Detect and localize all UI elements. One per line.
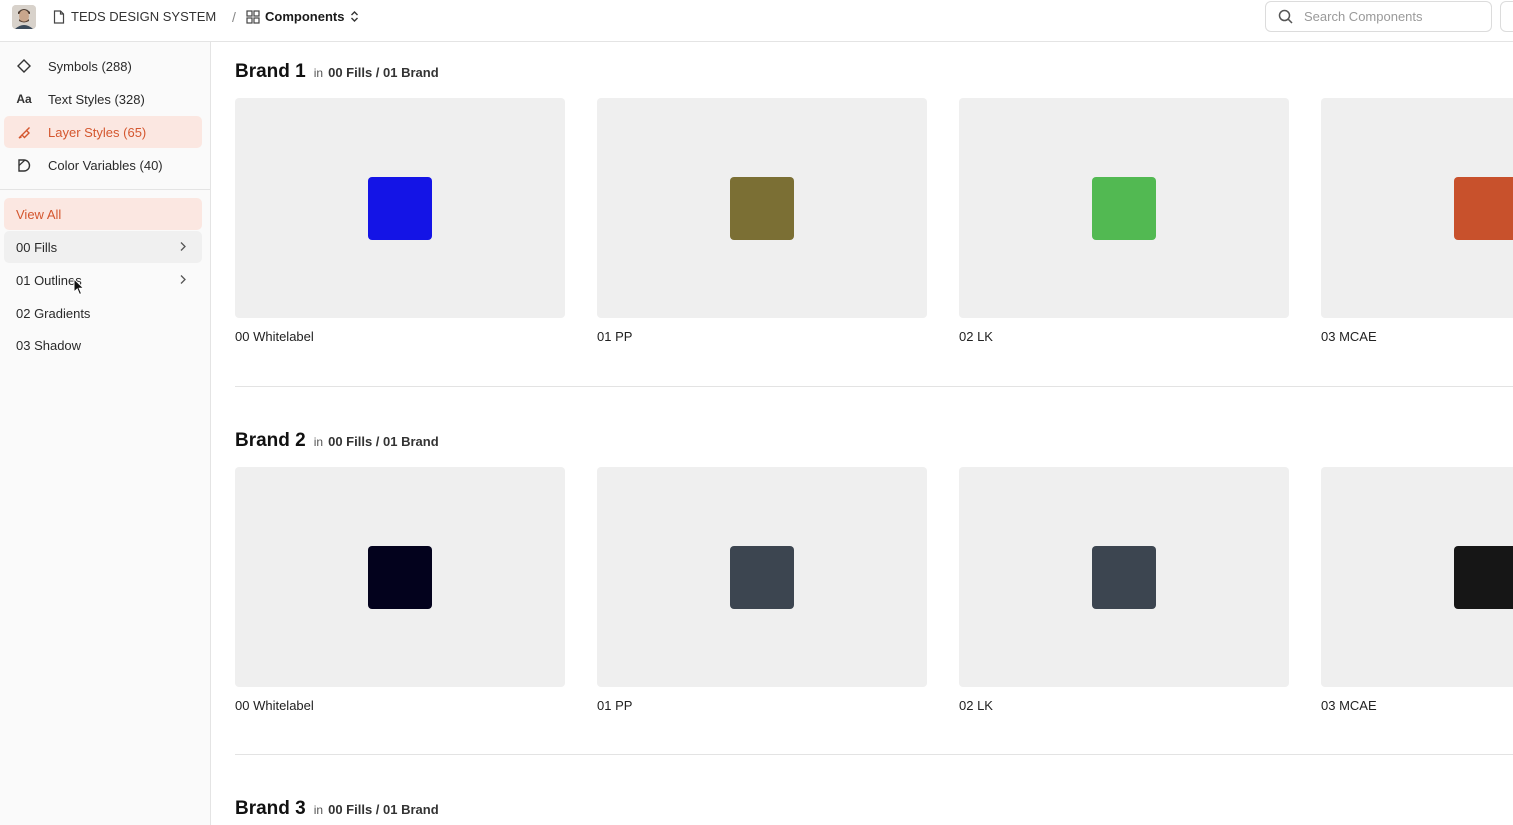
filter-00-fills[interactable]: 00 Fills — [4, 231, 202, 263]
diamond-icon — [14, 59, 34, 73]
sidebar: Symbols (288) Aa Text Styles (328) Layer… — [0, 42, 211, 825]
grid-icon — [246, 9, 260, 24]
filter-label: 01 Outlines — [16, 272, 82, 288]
sidebar-item-label: Text Styles (328) — [48, 91, 145, 107]
text-aa-icon: Aa — [16, 92, 32, 106]
color-swatch — [1092, 546, 1156, 609]
breadcrumb-components[interactable]: Components — [246, 0, 359, 33]
section-in-label: in — [313, 66, 324, 80]
filter-label: 02 Gradients — [16, 305, 91, 321]
filter-03-shadow[interactable]: 03 Shadow — [4, 329, 202, 361]
section-divider — [235, 386, 1513, 387]
style-card[interactable] — [959, 98, 1289, 318]
section-divider — [235, 754, 1513, 755]
filter-01-outlines[interactable]: 01 Outlines — [4, 264, 202, 296]
style-card[interactable] — [235, 98, 565, 318]
style-card-label: 03 MCAE — [1321, 698, 1377, 713]
section-in-label: in — [313, 803, 324, 817]
sidebar-item-label: Layer Styles (65) — [48, 124, 147, 140]
document-name: TEDS DESIGN SYSTEM — [71, 9, 217, 24]
color-drop-icon — [14, 158, 34, 173]
color-swatch — [1092, 177, 1156, 240]
style-card[interactable] — [597, 467, 927, 687]
search-icon — [1278, 9, 1293, 24]
search-input[interactable] — [1304, 9, 1474, 24]
sidebar-item-label: Color Variables (40) — [48, 157, 163, 173]
breadcrumb-separator: / — [232, 8, 236, 25]
toolbar-button[interactable] — [1500, 1, 1513, 32]
mouse-cursor-icon — [73, 278, 85, 296]
style-card-label: 03 MCAE — [1321, 329, 1377, 344]
filter-label: 03 Shadow — [16, 337, 82, 353]
section-header-brand-3: Brand 3 in 00 Fills / 01 Brand — [235, 798, 439, 820]
style-card[interactable] — [235, 467, 565, 687]
color-swatch — [368, 546, 432, 609]
section-name: Components — [265, 9, 345, 24]
file-icon — [53, 9, 65, 24]
sidebar-item-symbols[interactable]: Symbols (288) — [4, 50, 202, 82]
style-card[interactable] — [1321, 467, 1513, 687]
top-bar: TEDS DESIGN SYSTEM / Components — [0, 0, 1513, 42]
breadcrumb-document[interactable]: TEDS DESIGN SYSTEM — [53, 0, 216, 33]
sidebar-item-label: Symbols (288) — [48, 58, 132, 74]
section-path: 00 Fills / 01 Brand — [328, 802, 439, 817]
main-content: Brand 1 in 00 Fills / 01 Brand 00 Whitel… — [211, 42, 1513, 825]
style-card-label: 01 PP — [597, 698, 633, 713]
color-swatch — [1454, 546, 1513, 609]
filter-label: 00 Fills — [16, 239, 58, 255]
section-title: Brand 3 — [235, 798, 306, 819]
section-title: Brand 1 — [235, 61, 306, 82]
updown-chevron-icon — [351, 11, 359, 22]
section-header-brand-1: Brand 1 in 00 Fills / 01 Brand — [235, 61, 439, 83]
color-swatch — [1454, 177, 1513, 240]
section-path: 00 Fills / 01 Brand — [328, 65, 439, 80]
sidebar-divider — [0, 189, 210, 190]
section-path: 00 Fills / 01 Brand — [328, 434, 439, 449]
sidebar-item-text-styles[interactable]: Aa Text Styles (328) — [4, 83, 202, 115]
section-header-brand-2: Brand 2 in 00 Fills / 01 Brand — [235, 430, 439, 452]
chevron-right-icon — [180, 242, 186, 251]
section-title: Brand 2 — [235, 430, 306, 451]
chevron-right-icon — [180, 275, 186, 284]
style-card-label: 02 LK — [959, 698, 993, 713]
filter-view-all[interactable]: View All — [4, 198, 202, 230]
color-swatch — [730, 177, 794, 240]
style-card-label: 00 Whitelabel — [235, 698, 314, 713]
filter-02-gradients[interactable]: 02 Gradients — [4, 297, 202, 329]
brush-icon — [14, 125, 34, 140]
style-card-label: 02 LK — [959, 329, 993, 344]
style-card-label: 01 PP — [597, 329, 633, 344]
filter-label: View All — [16, 206, 62, 222]
style-card[interactable] — [597, 98, 927, 318]
sidebar-item-color-variables[interactable]: Color Variables (40) — [4, 149, 202, 181]
user-avatar[interactable] — [12, 5, 36, 29]
section-in-label: in — [313, 435, 324, 449]
search-box[interactable] — [1265, 1, 1492, 32]
sidebar-item-layer-styles[interactable]: Layer Styles (65) — [4, 116, 202, 148]
style-card[interactable] — [1321, 98, 1513, 318]
color-swatch — [368, 177, 432, 240]
style-card[interactable] — [959, 467, 1289, 687]
style-card-label: 00 Whitelabel — [235, 329, 314, 344]
color-swatch — [730, 546, 794, 609]
